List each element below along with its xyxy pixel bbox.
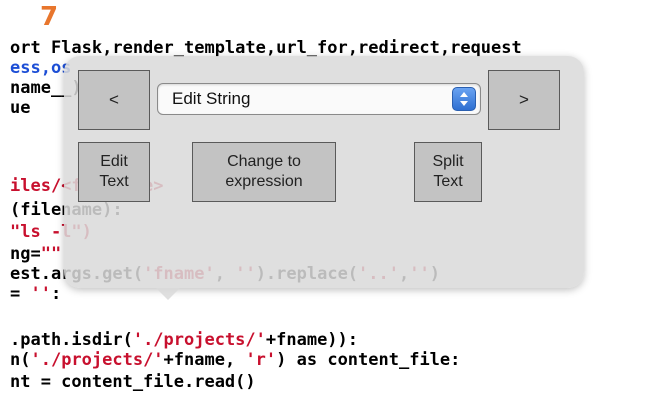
code-line[interactable]: ng="" [10,244,61,264]
string-token: 'r' [245,350,277,370]
split-text-label: Split Text [432,153,464,190]
code-line[interactable]: ess,os [10,58,71,78]
split-text-button[interactable]: Split Text [414,142,482,202]
code-token: nt = content_file.read() [10,372,256,392]
code-token: +fname, [163,350,246,370]
code-token: = [10,284,31,304]
code-token: n( [10,350,31,370]
up-arrow-icon [460,92,468,97]
down-arrow-icon [460,101,468,106]
edit-string-popup: < Edit String > Edit Text Change to expr… [64,56,584,300]
code-token: ) as content_file: [276,350,461,370]
change-to-expression-label: Change to expression [225,153,303,190]
code-token: ue [10,98,31,118]
step-number-badge: 7 [40,2,59,32]
string-token: "" [40,244,62,264]
action-select[interactable]: Edit String [157,83,481,115]
code-line[interactable]: = '': [10,284,61,304]
code-line[interactable]: n('./projects/'+fname, 'r') as content_f… [10,350,460,370]
string-token: './projects/' [132,330,266,350]
string-token: './projects/' [30,350,164,370]
next-button[interactable]: > [488,70,560,130]
string-token: '' [30,284,51,304]
code-line[interactable]: ue [10,98,30,118]
code-line[interactable]: .path.isdir('./projects/'+fname)): [10,330,358,350]
select-stepper-icon[interactable] [452,87,476,111]
code-token: : [50,284,62,304]
edit-text-button[interactable]: Edit Text [78,142,150,202]
code-line[interactable]: nt = content_file.read() [10,372,256,392]
code-token: +fname)): [265,330,359,350]
edit-text-label: Edit Text [99,153,129,190]
previous-button[interactable]: < [78,70,150,130]
code-line[interactable]: ort Flask,render_template,url_for,redire… [10,38,522,58]
change-to-expression-button[interactable]: Change to expression [192,142,336,202]
action-select-value: Edit String [172,89,251,108]
code-token: ort Flask,render_template,url_for,redire… [10,38,522,58]
code-token: .path.isdir( [10,330,133,350]
code-token: ng= [10,244,41,264]
keyword-token: ess,os [10,58,72,78]
